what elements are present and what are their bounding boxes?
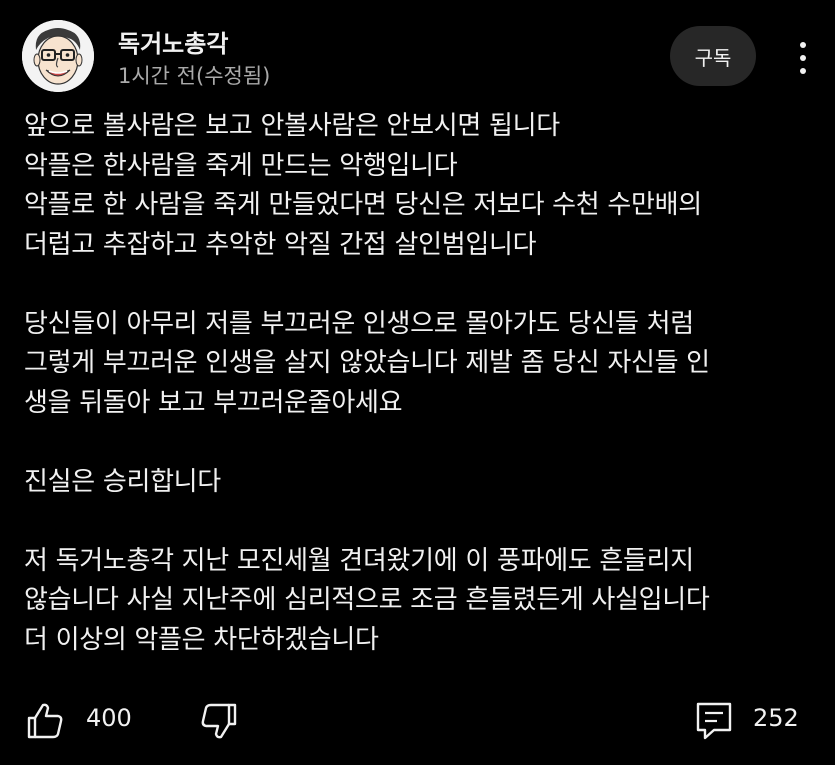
post-text-line: 당신들이 아무리 저를 부끄러운 인생으로 몰아가도 당신들 처럼	[24, 308, 694, 339]
comment-count: 252	[753, 704, 799, 732]
post-body: 앞으로 볼사람은 보고 안볼사람은 안보시면 됩니다 악플은 한사람을 죽게 만…	[24, 107, 824, 660]
avatar-caricature-image	[22, 20, 94, 92]
thumbs-down-icon	[201, 703, 237, 739]
post-text-line: 생을 뒤돌아 보고 부끄러운줄아세요	[24, 387, 403, 418]
post-text-line: 악플은 한사람을 죽게 만드는 악행입니다	[24, 150, 458, 181]
post-text-line: 진실은 승리합니다	[24, 466, 221, 497]
more-options-button[interactable]	[786, 36, 820, 80]
post-text-line: 그렇게 부끄러운 인생을 살지 않았습니다 제발 좀 당신 자신들 인	[24, 348, 710, 378]
dislike-button[interactable]	[198, 700, 240, 742]
comment-button[interactable]	[694, 700, 734, 742]
channel-avatar[interactable]	[22, 20, 94, 92]
post-text-line: 저 독거노총각 지난 모진세월 견뎌왔기에 이 풍파에도 흔들리지	[24, 545, 694, 576]
post-text-line: 않습니다 사실 지난주에 심리적으로 조금 흔들렸든게 사실입니다	[24, 585, 710, 615]
like-button[interactable]	[24, 700, 66, 742]
channel-name[interactable]: 독거노총각	[118, 24, 228, 59]
post-text-line: 악플로 한 사람을 죽게 만들었다면 당신은 저보다 수천 수만배의	[24, 190, 702, 220]
post-text-line: 더럽고 추잡하고 추악한 악질 간접 살인범입니다	[24, 229, 537, 260]
comment-icon	[696, 702, 732, 740]
post-text-line: 앞으로 볼사람은 보고 안볼사람은 안보시면 됩니다	[24, 111, 560, 141]
more-vertical-icon-dot	[800, 55, 806, 61]
more-vertical-icon	[800, 42, 806, 48]
like-count: 400	[86, 704, 132, 732]
more-vertical-icon-dot	[800, 68, 806, 74]
post-timestamp: 1시간 전(수정됨)	[118, 64, 271, 88]
thumbs-up-icon	[27, 703, 63, 739]
post-text-line: 더 이상의 악플은 차단하겠습니다	[24, 624, 379, 655]
community-post: 독거노총각 1시간 전(수정됨) 구독 앞으로 볼사람은 보고 안볼사람은 안보…	[0, 0, 835, 765]
subscribe-button[interactable]: 구독	[670, 26, 756, 86]
